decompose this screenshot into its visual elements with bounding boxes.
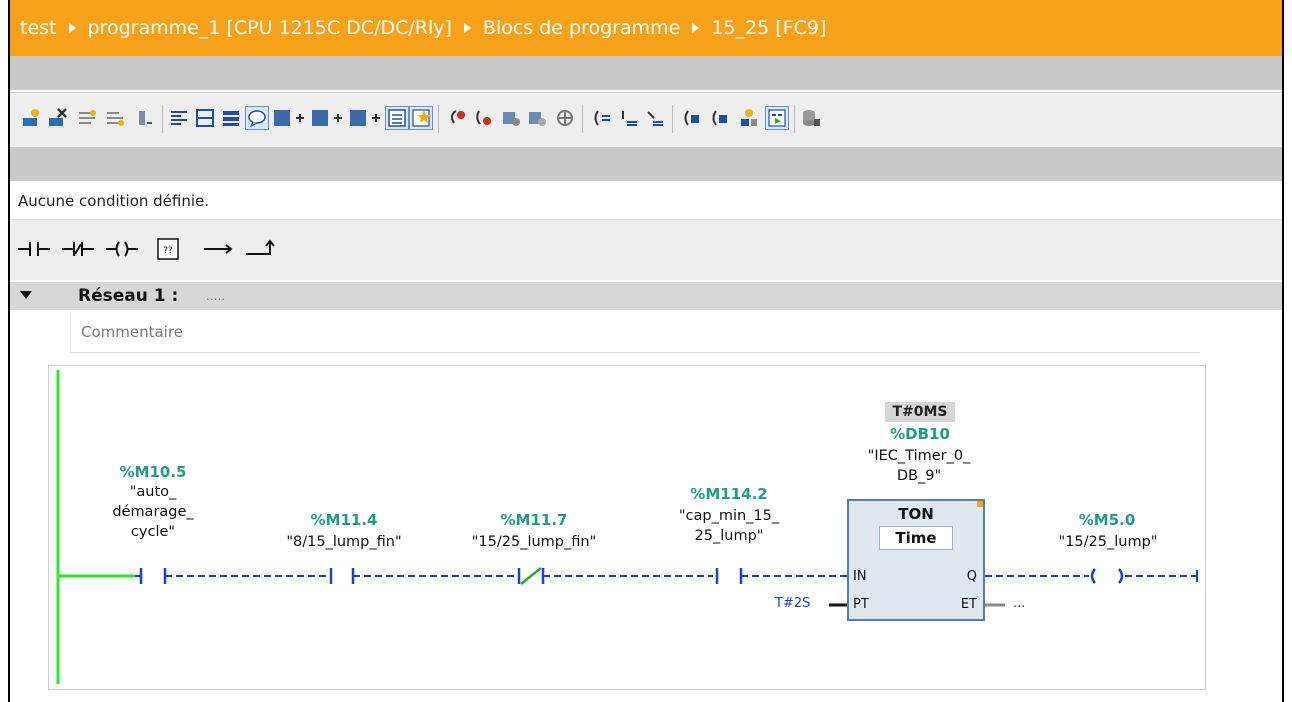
condition-text: Aucune condition définie. xyxy=(10,183,1282,220)
contact-3-address[interactable]: %M11.7 xyxy=(479,510,589,530)
database-icon[interactable] xyxy=(800,107,822,129)
ladder-network: %M10.5 "auto_ démarage_ cycle" %M11.4 "8… xyxy=(48,365,1206,690)
coil-left xyxy=(1090,568,1096,584)
chevron-right-icon xyxy=(692,22,700,33)
breadcrumb-item-project[interactable]: test xyxy=(20,17,57,39)
network-zoom-out-icon[interactable] xyxy=(310,107,344,129)
pt-value[interactable]: T#2S xyxy=(775,596,810,611)
property-bar xyxy=(10,147,1282,181)
insert-row-icon[interactable] xyxy=(76,107,98,129)
pin-q: Q xyxy=(966,569,977,584)
contact-2-name[interactable]: "8/15_lump_fin" xyxy=(264,532,424,552)
collapse-triangle-icon[interactable] xyxy=(20,291,32,299)
editor-toolbar xyxy=(10,92,1282,148)
toggle-absolute-icon[interactable] xyxy=(168,107,190,129)
contact-4-address[interactable]: %M114.2 xyxy=(669,484,789,504)
chevron-right-icon xyxy=(68,22,76,33)
network-title: Réseau 1 : xyxy=(78,286,179,306)
contact-2-address[interactable]: %M11.4 xyxy=(289,510,399,530)
call-back-icon[interactable] xyxy=(680,107,702,129)
block-interface-icon[interactable] xyxy=(385,106,409,130)
chevron-right-icon xyxy=(463,22,471,33)
append-row-icon[interactable] xyxy=(104,107,126,129)
timer-current-value: T#0MS xyxy=(885,402,955,422)
toolbar-separator xyxy=(162,105,163,133)
toolbar-separator xyxy=(672,105,673,133)
insert-network-icon[interactable] xyxy=(20,107,42,129)
timer-db-name[interactable]: "IEC_Timer_0_ DB_9" xyxy=(839,446,999,486)
network-title-input[interactable]: ..... xyxy=(206,282,225,310)
go-to-previous-error-icon[interactable] xyxy=(446,107,468,129)
breadcrumb: test programme_1 [CPU 1215C DC/DC/Rly] Blo… xyxy=(10,0,1282,56)
close-branch-icon[interactable] xyxy=(242,234,278,264)
breadcrumb-item-plc[interactable]: programme_1 [CPU 1215C DC/DC/Rly] xyxy=(88,17,452,39)
toolbar-separator xyxy=(582,105,583,133)
network-zoom-in-icon[interactable] xyxy=(272,107,306,129)
svg-text:??: ?? xyxy=(163,246,173,256)
delete-network-icon[interactable] xyxy=(46,107,68,129)
pin-pt: PT xyxy=(853,597,869,612)
timer-db-address[interactable]: %DB10 xyxy=(865,424,975,444)
coil-address[interactable]: %M5.0 xyxy=(1049,510,1165,530)
coil-right xyxy=(1118,568,1124,584)
contact-1-name[interactable]: "auto_ démarage_ cycle" xyxy=(83,482,223,542)
comment-icon[interactable] xyxy=(245,106,269,130)
monitor-icon[interactable] xyxy=(554,107,576,129)
pin-in: IN xyxy=(853,569,867,584)
instruction-favorites-bar: ?? xyxy=(10,220,1282,280)
toolbar-separator xyxy=(438,105,439,133)
monitoring-on-off-icon[interactable] xyxy=(765,106,789,130)
coil-icon[interactable] xyxy=(104,234,140,264)
ton-timer-block[interactable]: TON Time IN PT Q ET xyxy=(847,499,985,621)
contact-3-name[interactable]: "15/25_lump_fin" xyxy=(449,532,619,552)
timer-type: TON xyxy=(898,505,934,523)
timer-data-type[interactable]: Time xyxy=(879,526,953,550)
indent-icon[interactable] xyxy=(618,107,640,129)
nc-slash xyxy=(520,567,542,585)
favorites-icon[interactable] xyxy=(409,106,433,130)
normally-open-contact-icon[interactable] xyxy=(16,234,52,264)
pin-et: ET xyxy=(960,597,977,612)
outdent-icon[interactable] xyxy=(644,107,666,129)
toolbar-separator xyxy=(794,105,795,133)
breadcrumb-item-blocks[interactable]: Blocs de programme xyxy=(483,17,680,39)
normally-closed-contact-icon[interactable] xyxy=(60,234,96,264)
open-branch-icon[interactable] xyxy=(200,234,236,264)
jump-icon[interactable] xyxy=(590,107,612,129)
coil-name[interactable]: "15/25_lump" xyxy=(1033,532,1183,552)
clear-icon[interactable] xyxy=(134,107,156,129)
call-forward-icon[interactable] xyxy=(708,107,730,129)
et-value[interactable]: ... xyxy=(1013,596,1025,611)
contact-4-name[interactable]: "cap_min_15_ 25_lump" xyxy=(649,506,809,546)
breadcrumb-item-block[interactable]: 15_25 [FC9] xyxy=(711,17,826,39)
contact-1-address[interactable]: %M10.5 xyxy=(103,462,203,482)
network-header[interactable]: Réseau 1 : ..... xyxy=(10,282,1282,310)
compare-icon[interactable] xyxy=(526,107,548,129)
editor-frame: test programme_1 [CPU 1215C DC/DC/Rly] Blo… xyxy=(8,0,1284,702)
expand-all-icon[interactable] xyxy=(220,107,242,129)
update-call-icon[interactable] xyxy=(500,107,522,129)
collapse-all-icon[interactable] xyxy=(194,107,216,129)
go-to-next-error-icon[interactable] xyxy=(472,107,494,129)
network-comment[interactable]: Commentaire xyxy=(70,312,1200,353)
interface-bar xyxy=(10,56,1282,90)
address-display-icon[interactable] xyxy=(348,107,382,129)
module-info-icon[interactable] xyxy=(738,107,760,129)
empty-box-icon[interactable]: ?? xyxy=(150,234,186,264)
